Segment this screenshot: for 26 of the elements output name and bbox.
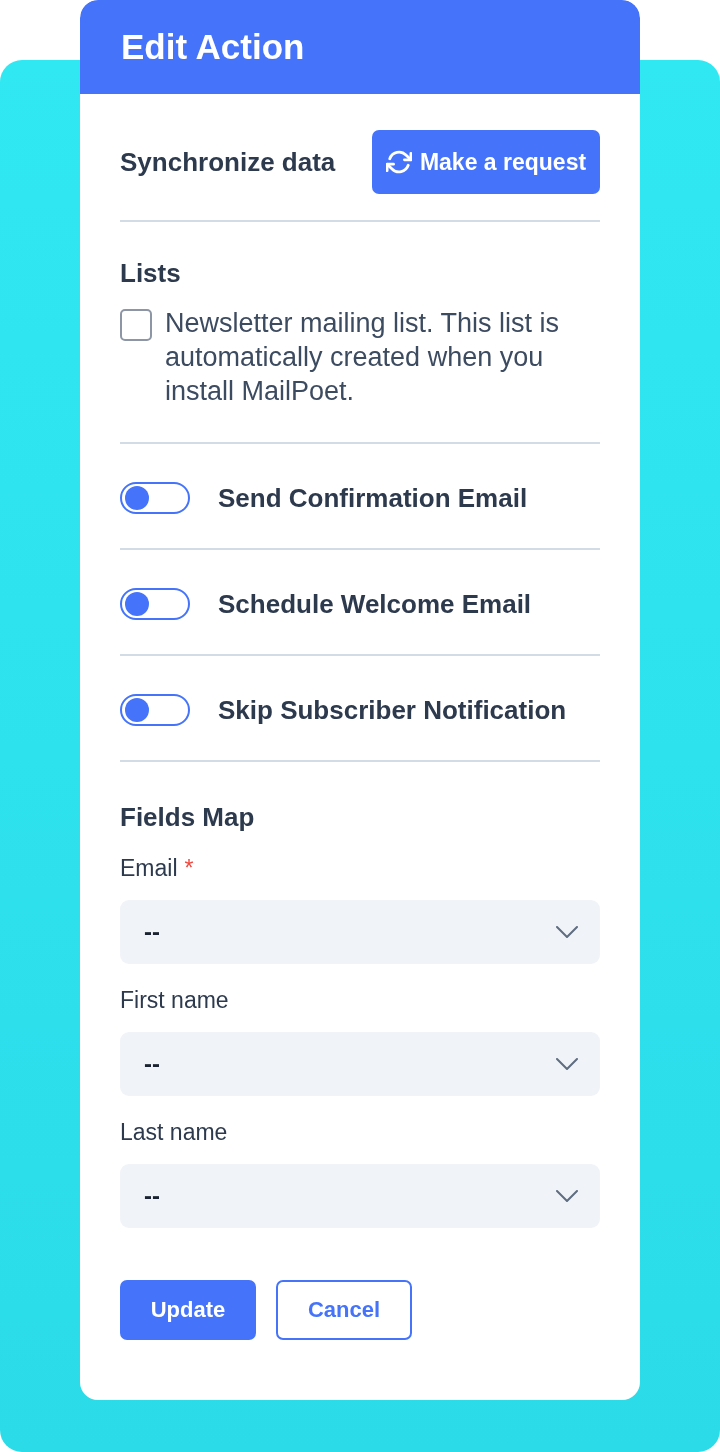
sync-label: Synchronize data [120,146,336,178]
toggle-switch[interactable] [120,482,190,514]
chevron-down-icon [556,1190,578,1202]
update-button[interactable]: Update [120,1280,256,1340]
field-label: Email [120,854,178,882]
select-field[interactable]: -- [120,900,600,964]
cancel-button[interactable]: Cancel [276,1280,412,1340]
toggle-label: Send Confirmation Email [218,482,528,514]
select-field[interactable]: -- [120,1032,600,1096]
select-field[interactable]: -- [120,1164,600,1228]
chevron-down-icon [556,1058,578,1070]
required-mark: * [184,854,194,882]
toggle-label: Skip Subscriber Notification [218,694,567,726]
checkbox[interactable] [120,309,152,341]
checkbox-label: Newsletter mailing list. This list is automatically created when you install MailPoet. [165,307,561,408]
field-label: First name [120,986,229,1014]
chevron-down-icon [556,926,578,938]
dialog-title: Edit Action [121,26,305,68]
toggle-switch[interactable] [120,694,190,726]
field-label: Last name [120,1118,228,1146]
section-heading: Fields Map [120,802,256,832]
section-heading: Lists [120,258,182,288]
toggle-label: Schedule Welcome Email [218,588,532,620]
refresh-icon [385,149,412,175]
toggle-switch[interactable] [120,588,190,620]
request-button[interactable]: Make a request [372,130,600,194]
